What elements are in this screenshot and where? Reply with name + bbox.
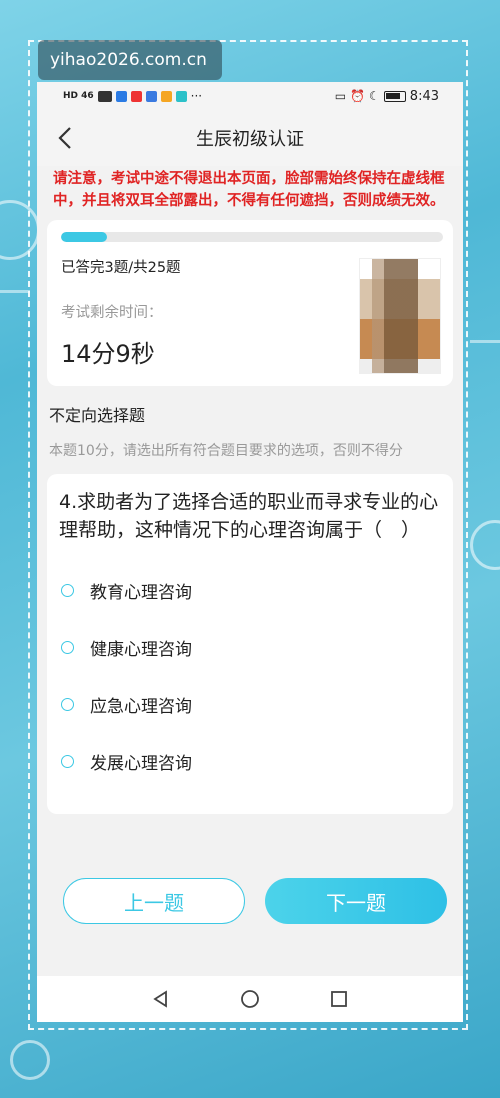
status-left: HD 46 ··· [63,89,202,103]
app-icon [145,90,157,102]
question-text: 4.求助者为了选择合适的职业而寻求专业的心理帮助，这种情况下的心理咨询属于（ ） [59,491,439,541]
page-title: 生辰初级认证 [196,129,304,150]
progress-bar [61,232,443,242]
clock: 8:43 [409,88,439,104]
app-icon [130,90,142,102]
cast-icon: ▭ [334,89,347,103]
moon-icon: ☾ [369,89,380,103]
status-bar: HD 46 ··· ▭ ⏰ ☾ 8:43 [37,82,463,110]
exam-status-card: 已答完3题/共25题 考试剩余时间： 14分9秒 [47,220,453,386]
radio-icon [61,698,74,711]
navigation-buttons: 上一题 下一题 [63,878,447,924]
previous-question-button[interactable]: 上一题 [63,878,245,924]
next-question-button[interactable]: 下一题 [265,878,447,924]
app-icon [160,90,172,102]
question-type-note: 本题10分，请选出所有符合题目要求的选项，否则不得分 [49,443,403,459]
progress-bar-fill [61,232,107,242]
background-doodle [470,340,500,343]
signal-icon [97,90,112,102]
battery-icon [383,90,406,102]
signal-indicator: HD 46 [63,91,94,101]
nav-home-icon[interactable] [240,989,260,1009]
alarm-icon: ⏰ [350,89,366,103]
radio-icon [61,584,74,597]
option-label: 健康心理咨询 [90,640,192,660]
app-icon [175,90,187,102]
phone-screen: HD 46 ··· ▭ ⏰ ☾ 8:43 生辰初级认证 请注意，考试中途不得退出… [37,82,463,1022]
app-icon [115,90,127,102]
exam-content: 请注意，考试中途不得退出本页面，脸部需始终保持在虚线框中，并且将双耳全部露出，不… [37,166,463,1022]
question-card: 4.求助者为了选择合适的职业而寻求专业的心理帮助，这种情况下的心理咨询属于（ ）… [47,474,453,814]
option-item[interactable]: 健康心理咨询 [59,619,441,676]
option-label: 应急心理咨询 [90,697,192,717]
title-bar: 生辰初级认证 [37,110,463,166]
background-doodle [470,520,500,570]
background-doodle [0,290,30,293]
option-label: 发展心理咨询 [90,754,192,774]
camera-preview-avatar [359,258,441,374]
more-icon: ··· [190,89,203,103]
system-nav-bar [37,976,463,1022]
option-item[interactable]: 教育心理咨询 [59,562,441,619]
radio-icon [61,755,74,768]
warning-notice: 请注意，考试中途不得退出本页面，脸部需始终保持在虚线框中，并且将双耳全部露出，不… [53,171,445,209]
watermark: yihao2026.com.cn [38,40,222,80]
option-item[interactable]: 应急心理咨询 [59,676,441,733]
option-item[interactable]: 发展心理咨询 [59,733,441,790]
option-label: 教育心理咨询 [90,583,192,603]
nav-back-icon[interactable] [151,989,171,1009]
back-arrow-icon[interactable] [53,124,79,152]
nav-recents-icon[interactable] [329,989,349,1009]
background-doodle [10,1040,50,1080]
radio-icon [61,641,74,654]
status-right: ▭ ⏰ ☾ 8:43 [335,89,439,104]
question-type-title: 不定向选择题 [49,406,146,425]
options-list: 教育心理咨询 健康心理咨询 应急心理咨询 发展心理咨询 [59,562,441,790]
